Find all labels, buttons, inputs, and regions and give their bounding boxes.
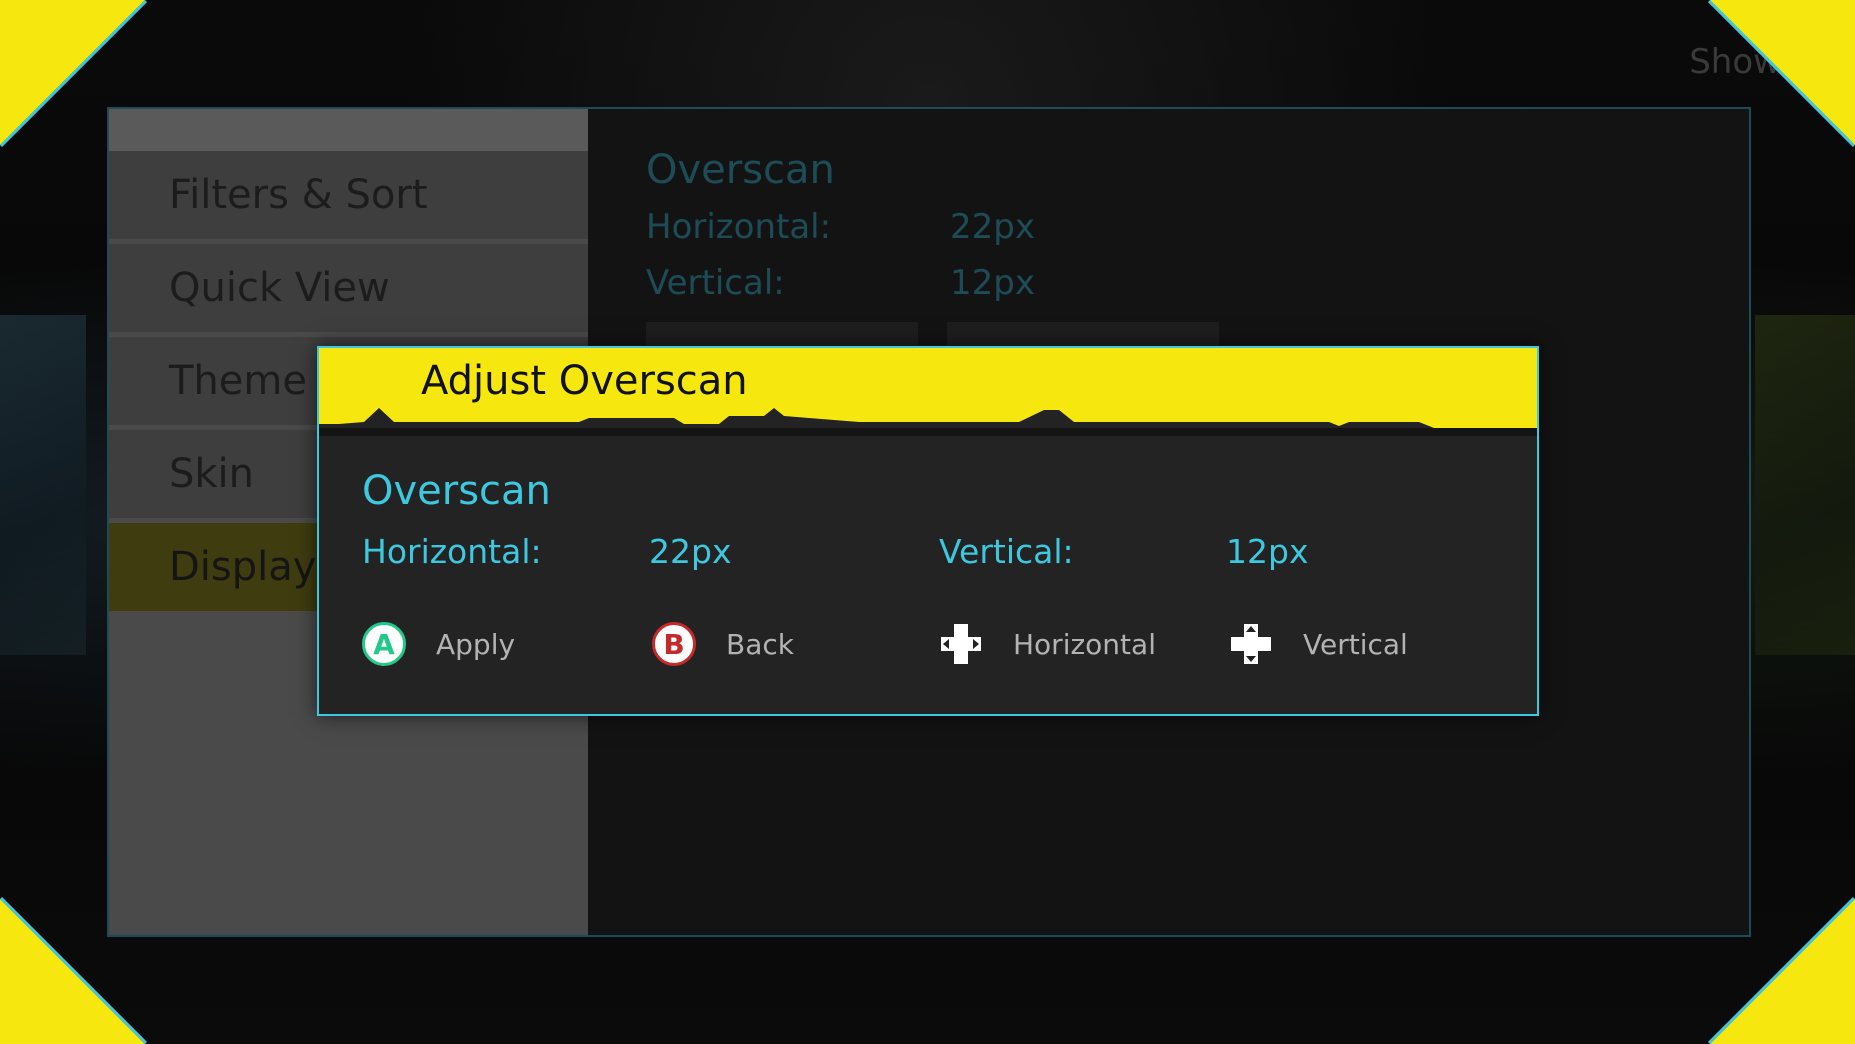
bg-vertical-label: Vertical: xyxy=(646,263,785,303)
bg-horizontal-value: 22px xyxy=(950,207,1035,247)
b-button-icon: B xyxy=(652,622,696,666)
game-cover-left xyxy=(0,315,86,655)
horizontal-action-label: Horizontal xyxy=(1013,627,1156,661)
vertical-action-label: Vertical xyxy=(1303,627,1408,661)
horizontal-label: Horizontal: xyxy=(362,532,542,571)
bg-horizontal-label: Horizontal: xyxy=(646,207,832,247)
a-button-icon: A xyxy=(362,622,406,666)
apply-action[interactable]: A Apply xyxy=(362,622,515,666)
vertical-label: Vertical: xyxy=(939,532,1074,571)
vertical-adjust-action[interactable]: Vertical xyxy=(1229,622,1408,666)
sidebar-top-spacer xyxy=(109,109,588,151)
bg-horizontal-row: Horizontal: 22px xyxy=(646,199,1035,255)
sidebar-item-filters-sort[interactable]: Filters & Sort xyxy=(109,151,588,239)
horizontal-adjust-action[interactable]: Horizontal xyxy=(939,622,1156,666)
header-skyline-edge xyxy=(319,408,1537,436)
overscan-settings-background: Overscan Horizontal: 22px Vertical: 12px xyxy=(646,147,1035,311)
bg-vertical-row: Vertical: 12px xyxy=(646,255,1035,311)
bg-vertical-value: 12px xyxy=(950,263,1035,303)
dpad-vertical-icon xyxy=(1231,624,1271,664)
back-action[interactable]: B Back xyxy=(652,622,794,666)
horizontal-value: 22px xyxy=(649,532,732,571)
dpad-horizontal-icon xyxy=(941,624,981,664)
sidebar-item-quick-view[interactable]: Quick View xyxy=(109,244,588,332)
dialog-header: Adjust Overscan xyxy=(319,348,1537,436)
vertical-value: 12px xyxy=(1226,532,1309,571)
overscan-section-title: Overscan xyxy=(362,468,551,514)
bg-overscan-title: Overscan xyxy=(646,147,835,193)
game-cover-right xyxy=(1755,315,1855,655)
apply-label: Apply xyxy=(436,627,516,661)
adjust-overscan-dialog: Adjust Overscan Overscan Horizontal: 22p… xyxy=(317,346,1539,716)
dialog-title: Adjust Overscan xyxy=(421,358,748,404)
back-label: Back xyxy=(726,627,794,661)
